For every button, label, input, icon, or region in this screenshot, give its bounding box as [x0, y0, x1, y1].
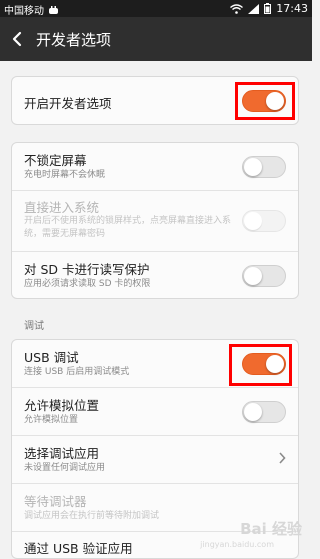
chevron-right-icon — [279, 452, 286, 464]
setting-title: USB 调试 — [24, 350, 79, 365]
setting-title: 等待调试器 — [24, 494, 87, 509]
title-bar: 开发者选项 — [0, 17, 312, 61]
setting-subtitle: 充电时屏幕不会休眠 — [24, 170, 106, 180]
setting-subtitle: 未设置任何调试应用 — [24, 463, 106, 473]
direct-enter-toggle — [242, 210, 286, 232]
setting-row-direct-enter: 直接进入系统 开启后不使用系统的锁屏样式，点亮屏幕直接进入系统，需要无屏幕密码 — [12, 191, 298, 252]
setting-title: 直接进入系统 — [24, 200, 100, 215]
highlight-box — [235, 82, 295, 120]
carrier-label: 中国移动 — [4, 6, 44, 17]
notification-icon — [49, 5, 58, 14]
section-header-debug: 调试 — [24, 321, 44, 332]
watermark-logo: Bai 经验 — [240, 520, 302, 538]
toggle-knob — [244, 212, 262, 230]
highlight-box — [229, 344, 292, 386]
setting-subtitle: 允许模拟位置 — [24, 415, 79, 425]
setting-subtitle: 调试应用会在执行前等待附加调试 — [24, 511, 160, 521]
setting-title: 允许模拟位置 — [24, 398, 100, 413]
status-bar: 中国移动 17:43 — [0, 0, 312, 17]
clock: 17:43 — [276, 2, 308, 15]
setting-row-mock-location[interactable]: 允许模拟位置 允许模拟位置 — [12, 388, 298, 436]
stay-awake-toggle[interactable] — [242, 156, 286, 178]
setting-row-stay-awake[interactable]: 不锁定屏幕 充电时屏幕不会休眠 — [12, 143, 298, 191]
setting-row-debug-app[interactable]: 选择调试应用 未设置任何调试应用 — [12, 436, 298, 484]
watermark-url: jingyan.baidu.com — [200, 540, 274, 549]
signal-icon — [248, 3, 260, 14]
page-title: 开发者选项 — [36, 31, 112, 49]
setting-title: 对 SD 卡进行读写保护 — [24, 262, 150, 277]
mock-location-toggle[interactable] — [242, 401, 286, 423]
setting-subtitle: 开启后不使用系统的锁屏样式，点亮屏幕直接进入系统，需要无屏幕密码 — [24, 216, 232, 239]
wifi-icon — [230, 3, 244, 14]
toggle-knob — [244, 267, 262, 285]
setting-title: 不锁定屏幕 — [24, 153, 87, 168]
back-button[interactable] — [6, 25, 32, 53]
master-toggle-label: 开启开发者选项 — [24, 96, 112, 111]
sd-protect-toggle[interactable] — [242, 265, 286, 287]
setting-row-sd-protect[interactable]: 对 SD 卡进行读写保护 应用必须请求读取 SD 卡的权限 — [12, 252, 298, 298]
setting-title: 选择调试应用 — [24, 446, 100, 461]
settings-group-card: 不锁定屏幕 充电时屏幕不会休眠 直接进入系统 开启后不使用系统的锁屏样式，点亮屏… — [11, 142, 299, 299]
toggle-knob — [244, 403, 262, 421]
setting-subtitle: 应用必须请求读取 SD 卡的权限 — [24, 279, 151, 289]
setting-subtitle: 连接 USB 后启用调试模式 — [24, 367, 130, 377]
battery-icon — [264, 3, 272, 14]
setting-title: 通过 USB 验证应用 — [24, 541, 133, 556]
toggle-knob — [244, 158, 262, 176]
chevron-left-icon — [12, 31, 22, 47]
